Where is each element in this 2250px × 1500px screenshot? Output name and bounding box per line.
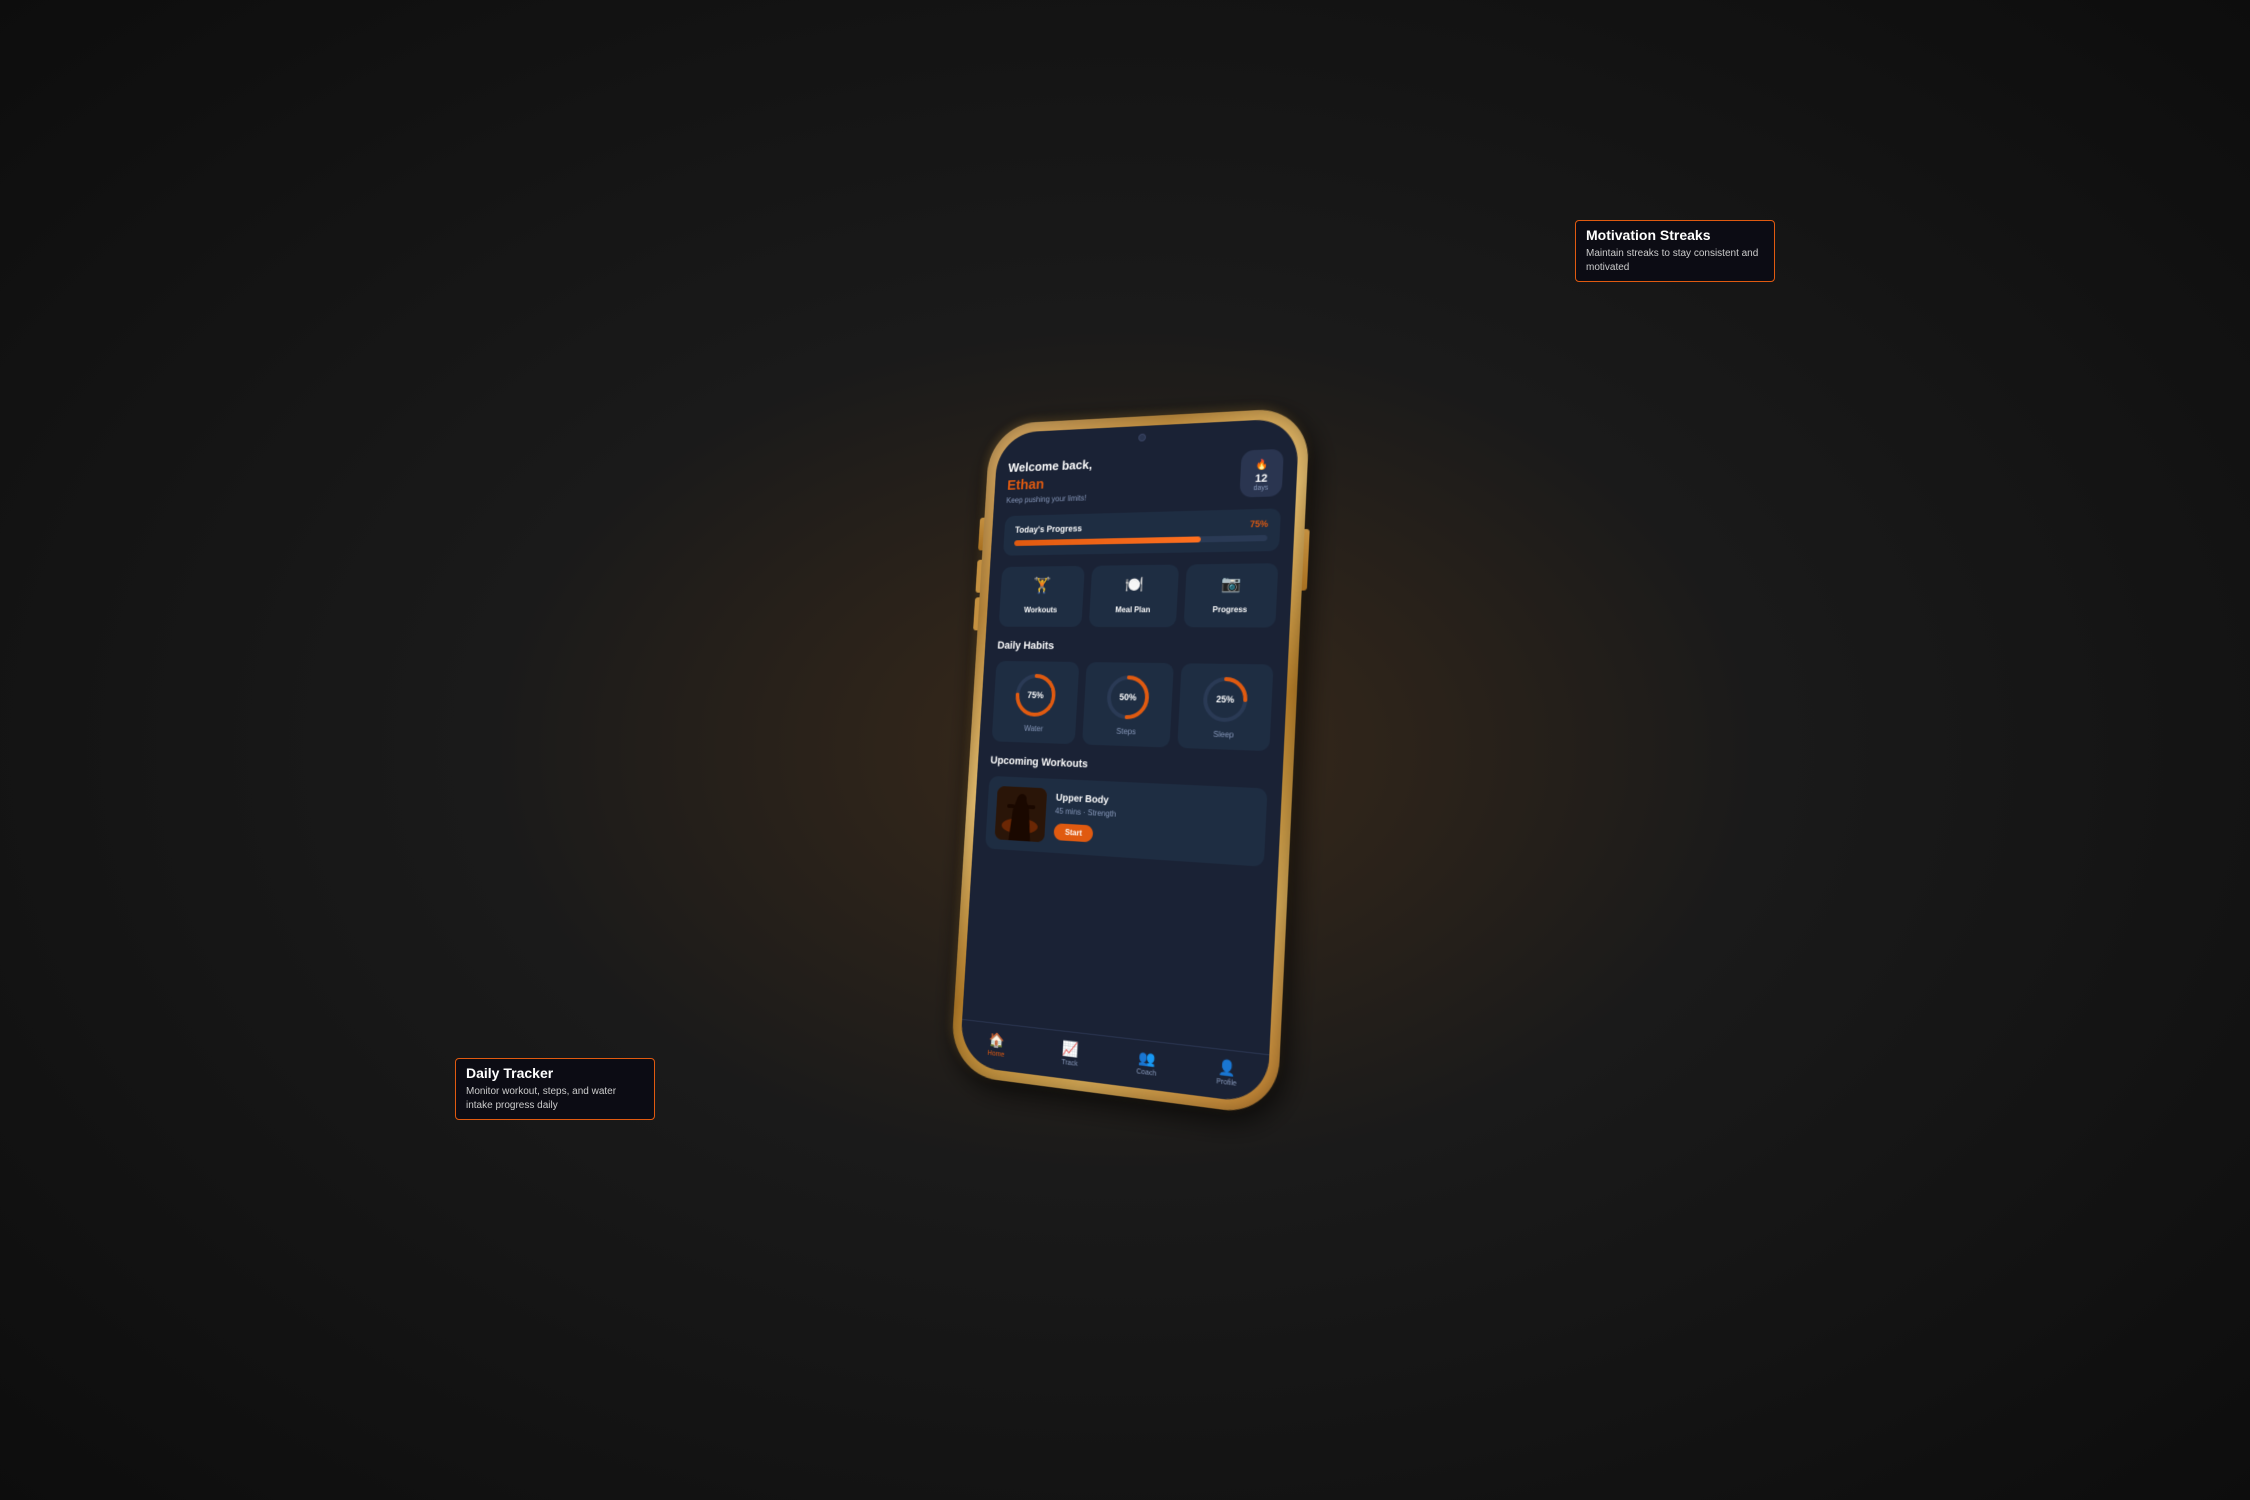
- action-card-progress[interactable]: 📷 Progress: [1184, 564, 1279, 628]
- nav-item-profile[interactable]: 👤 Profile: [1186, 1054, 1269, 1091]
- main-scene: Motivation Streaks Maintain streaks to s…: [425, 100, 1825, 1400]
- action-card-workouts[interactable]: 🏋️ Workouts: [999, 566, 1085, 627]
- progress-header: Today's Progress 75%: [1015, 519, 1269, 535]
- streak-label: days: [1248, 484, 1274, 492]
- user-name: Ethan: [1007, 473, 1092, 495]
- water-label: Water: [1024, 724, 1043, 733]
- annotation-tracker-title: Daily Tracker: [466, 1065, 644, 1081]
- streak-badge[interactable]: 🔥 12 days: [1239, 449, 1284, 498]
- sleep-circle: 25%: [1199, 674, 1252, 726]
- progress-bar-fill: [1014, 537, 1201, 547]
- progress-label: Today's Progress: [1015, 524, 1082, 535]
- track-icon: 📈: [1062, 1040, 1079, 1059]
- welcome-line1: Welcome back,: [1008, 457, 1093, 475]
- progress-icon: 📷: [1191, 574, 1272, 595]
- sleep-circle-bg: [1204, 679, 1246, 721]
- water-percentage: 75%: [1027, 691, 1044, 701]
- start-workout-button[interactable]: Start: [1053, 823, 1093, 842]
- annotation-motivation-streaks: Motivation Streaks Maintain streaks to s…: [1575, 220, 1775, 282]
- progress-percentage: 75%: [1250, 519, 1269, 530]
- app-header: Welcome back, Ethan Keep pushing your li…: [1006, 449, 1284, 505]
- meal-plan-icon: 🍽️: [1096, 575, 1173, 595]
- sleep-circle-fill: [1204, 679, 1246, 721]
- welcome-block: Welcome back, Ethan Keep pushing your li…: [1006, 457, 1093, 505]
- progress-bar-bg: [1014, 535, 1267, 546]
- habit-card-sleep[interactable]: 25% Sleep: [1177, 664, 1273, 752]
- meal-plan-label: Meal Plan: [1115, 606, 1150, 615]
- camera-dot: [1138, 434, 1146, 442]
- workouts-label: Workouts: [1024, 606, 1058, 615]
- progress-label-card: Progress: [1212, 605, 1247, 614]
- workout-meta: 45 mins · Strength: [1055, 806, 1256, 826]
- annotation-streaks-text: Maintain streaks to stay consistent and …: [1586, 247, 1764, 275]
- phone-device: Welcome back, Ethan Keep pushing your li…: [950, 407, 1310, 1117]
- annotation-tracker-text: Monitor workout, steps, and water intake…: [466, 1085, 644, 1113]
- nav-item-track[interactable]: 📈 Track: [1032, 1036, 1109, 1072]
- streak-fire-icon: 🔥: [1255, 459, 1268, 471]
- profile-nav-label: Profile: [1216, 1078, 1237, 1088]
- quick-actions: 🏋️ Workouts 🍽️ Meal Plan 📷 Progress: [999, 564, 1279, 628]
- nav-item-coach[interactable]: 👥 Coach: [1107, 1045, 1187, 1081]
- workout-info: Upper Body 45 mins · Strength Start: [1053, 793, 1256, 853]
- steps-percentage: 50%: [1119, 693, 1137, 703]
- nav-item-home[interactable]: 🏠 Home: [960, 1028, 1034, 1063]
- welcome-text: Welcome back, Ethan: [1007, 457, 1093, 495]
- daily-habits-title: Daily Habits: [997, 640, 1274, 654]
- home-icon: 🏠: [988, 1031, 1005, 1050]
- coach-icon: 👥: [1138, 1049, 1156, 1069]
- progress-section: Today's Progress 75%: [1003, 509, 1281, 556]
- annotation-streaks-title: Motivation Streaks: [1586, 227, 1764, 243]
- track-nav-label: Track: [1061, 1059, 1078, 1068]
- habit-card-water[interactable]: 75% Water: [992, 661, 1080, 744]
- workout-thumbnail: [995, 786, 1048, 842]
- sleep-label: Sleep: [1213, 730, 1234, 740]
- profile-icon: 👤: [1218, 1058, 1237, 1078]
- coach-nav-label: Coach: [1136, 1068, 1156, 1078]
- workout-thumb-image: [995, 786, 1048, 842]
- welcome-subtitle: Keep pushing your limits!: [1006, 494, 1090, 505]
- screen-content[interactable]: Welcome back, Ethan Keep pushing your li…: [962, 438, 1298, 1054]
- sleep-percentage: 25%: [1216, 695, 1235, 706]
- sleep-circle-svg: [1199, 674, 1252, 726]
- home-nav-label: Home: [987, 1050, 1004, 1059]
- upcoming-workouts-title: Upcoming Workouts: [990, 755, 1269, 778]
- streak-number: 12: [1248, 472, 1275, 485]
- workout-card-upper-body[interactable]: Upper Body 45 mins · Strength Start: [985, 776, 1267, 867]
- bottom-navigation: 🏠 Home 📈 Track 👥 Coach 👤 Profile: [959, 1019, 1269, 1105]
- phone-screen: Welcome back, Ethan Keep pushing your li…: [959, 418, 1299, 1105]
- phone-shell: Welcome back, Ethan Keep pushing your li…: [950, 407, 1310, 1117]
- action-card-meal-plan[interactable]: 🍽️ Meal Plan: [1089, 565, 1179, 628]
- habits-row: 75% Water 50%: [992, 661, 1274, 751]
- habit-card-steps[interactable]: 50% Steps: [1082, 662, 1174, 748]
- steps-circle: 50%: [1103, 673, 1153, 724]
- workouts-icon: 🏋️: [1006, 576, 1079, 596]
- annotation-daily-tracker: Daily Tracker Monitor workout, steps, an…: [455, 1058, 655, 1120]
- water-circle: 75%: [1012, 671, 1060, 720]
- workout-silhouette: [995, 786, 1048, 842]
- steps-label: Steps: [1116, 727, 1136, 737]
